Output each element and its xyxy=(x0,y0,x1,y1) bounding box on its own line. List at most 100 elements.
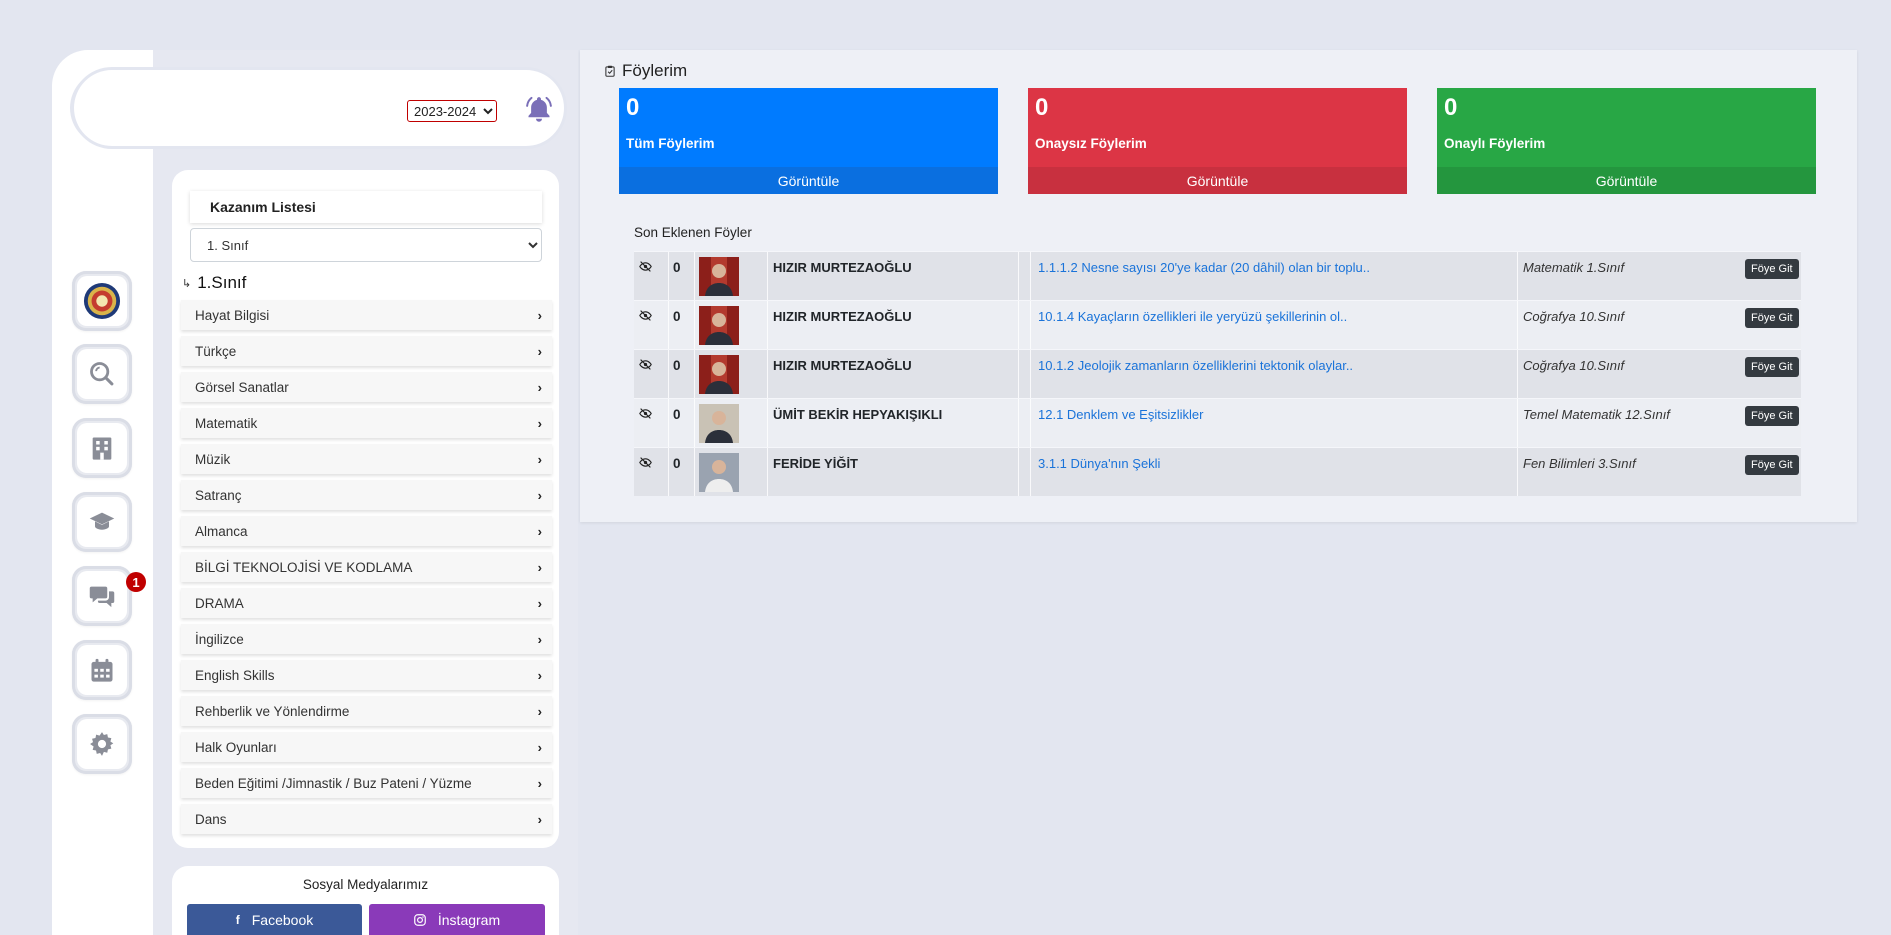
search-icon xyxy=(90,362,114,386)
comments-icon xyxy=(89,586,115,608)
chevron-right-icon: › xyxy=(537,415,542,431)
author-name: FERİDE YİĞİT xyxy=(773,456,858,471)
chevron-right-icon: › xyxy=(537,307,542,323)
subject-label: Müzik xyxy=(195,451,231,467)
chevron-right-icon: › xyxy=(537,487,542,503)
subject-item[interactable]: Matematik › xyxy=(181,408,552,438)
author-avatar xyxy=(699,355,739,394)
foylerim-title: Föylerim xyxy=(604,61,687,81)
stat-view-link[interactable]: Görüntüle xyxy=(1437,167,1816,194)
view-count: 0 xyxy=(673,407,681,422)
kazanim-title: Kazanım Listesi xyxy=(190,191,542,223)
chevron-right-icon: › xyxy=(537,595,542,611)
subject-label: BİLGİ TEKNOLOJİSİ VE KODLAMA xyxy=(195,559,413,575)
view-count: 0 xyxy=(673,358,681,373)
subject-item[interactable]: Dans › xyxy=(181,804,552,834)
stat-count: 0 xyxy=(1444,94,1458,121)
subject-label: Rehberlik ve Yönlendirme xyxy=(195,703,350,719)
education-button[interactable] xyxy=(72,492,132,552)
table-row: 0 HIZIR MURTEZAOĞLU 10.1.4 Kayaçların özel… xyxy=(634,300,1801,349)
eye-slash-icon xyxy=(639,260,652,276)
eye-slash-icon xyxy=(639,456,652,472)
chevron-right-icon: › xyxy=(537,379,542,395)
subject-item[interactable]: Almanca › xyxy=(181,516,552,546)
tree-arrow-icon: ↳ xyxy=(182,277,192,290)
stat-label: Tüm Föylerim xyxy=(626,136,715,151)
stat-label: Onaylı Föylerim xyxy=(1444,136,1546,151)
author-name: HIZIR MURTEZAOĞLU xyxy=(773,309,912,324)
foy-title-link[interactable]: 3.1.1 Dünya'nın Şekli xyxy=(1038,456,1160,471)
author-avatar xyxy=(699,453,739,492)
foy-title-link[interactable]: 12.1 Denklem ve Eşitsizlikler xyxy=(1038,407,1203,422)
subject-label: Satranç xyxy=(195,487,242,503)
facebook-icon: f xyxy=(235,912,240,927)
go-to-foy-button[interactable]: Föye Git xyxy=(1745,455,1799,475)
author-name: HIZIR MURTEZAOĞLU xyxy=(773,358,912,373)
instagram-icon xyxy=(414,913,426,926)
subject-item[interactable]: Satranç › xyxy=(181,480,552,510)
institution-button[interactable] xyxy=(72,418,132,478)
subject-item[interactable]: Beden Eğitimi /Jimnastik / Buz Pateni / … xyxy=(181,768,552,798)
subject-label: Türkçe xyxy=(195,343,237,359)
messages-button[interactable] xyxy=(72,566,132,626)
school-logo-button[interactable] xyxy=(72,271,132,331)
stat-view-link[interactable]: Görüntüle xyxy=(1028,167,1407,194)
subject-item[interactable]: Rehberlik ve Yönlendirme › xyxy=(181,696,552,726)
go-to-foy-button[interactable]: Föye Git xyxy=(1745,308,1799,328)
table-row: 0 HIZIR MURTEZAOĞLU 10.1.2 Jeolojik zamanl… xyxy=(634,349,1801,398)
foy-title-link[interactable]: 10.1.4 Kayaçların özellikleri ile yeryüz… xyxy=(1038,309,1347,324)
subject-item[interactable]: Hayat Bilgisi › xyxy=(181,300,552,330)
subject-label: Beden Eğitimi /Jimnastik / Buz Pateni / … xyxy=(195,775,472,791)
subject-label: Matematik xyxy=(195,415,258,431)
subject-item[interactable]: Müzik › xyxy=(181,444,552,474)
foy-class: Coğrafya 10.Sınıf xyxy=(1523,309,1625,324)
subject-item[interactable]: DRAMA › xyxy=(181,588,552,618)
foy-title-link[interactable]: 1.1.1.2 Nesne sayısı 20'ye kadar (20 dâh… xyxy=(1038,260,1370,275)
subject-label: DRAMA xyxy=(195,595,244,611)
year-select[interactable]: 2023-2024 xyxy=(407,100,497,122)
chevron-right-icon: › xyxy=(537,631,542,647)
chevron-right-icon: › xyxy=(537,343,542,359)
messages-badge: 1 xyxy=(126,572,146,592)
stat-view-link[interactable]: Görüntüle xyxy=(619,167,998,194)
table-row: 0 HIZIR MURTEZAOĞLU 1.1.1.2 Nesne sayısı 2… xyxy=(634,251,1801,300)
stat-card-unapproved: 0 Onaysız Föylerim ✎ Görüntüle xyxy=(1028,88,1407,194)
go-to-foy-button[interactable]: Föye Git xyxy=(1745,259,1799,279)
chevron-right-icon: › xyxy=(537,739,542,755)
class-select[interactable]: 1. Sınıf xyxy=(190,228,542,262)
instagram-button[interactable]: İnstagram xyxy=(369,904,545,935)
subject-label: İngilizce xyxy=(195,631,244,647)
foy-title-link[interactable]: 10.1.2 Jeolojik zamanların özelliklerini… xyxy=(1038,358,1353,373)
chevron-right-icon: › xyxy=(537,775,542,791)
foylerim-title-label: Föylerim xyxy=(622,61,688,80)
subject-item[interactable]: Türkçe › xyxy=(181,336,552,366)
subject-item[interactable]: İngilizce › xyxy=(181,624,552,654)
table-row: 0 ÜMİT BEKİR HEPYAKIŞIKLI 12.1 Denklem ve … xyxy=(634,398,1801,447)
subject-item[interactable]: Görsel Sanatlar › xyxy=(181,372,552,402)
recent-table: 0 HIZIR MURTEZAOĞLU 1.1.1.2 Nesne sayısı 2… xyxy=(634,251,1801,496)
stat-count: 0 xyxy=(1035,94,1049,121)
calendar-button[interactable] xyxy=(72,640,132,700)
go-to-foy-button[interactable]: Föye Git xyxy=(1745,406,1799,426)
chevron-right-icon: › xyxy=(537,523,542,539)
subject-label: Almanca xyxy=(195,523,248,539)
instagram-label: İnstagram xyxy=(437,911,501,928)
foy-class: Temel Matematik 12.Sınıf xyxy=(1523,407,1670,422)
bell-icon[interactable] xyxy=(524,94,554,124)
graduation-cap-icon xyxy=(89,512,115,530)
author-avatar xyxy=(699,306,739,345)
facebook-button[interactable]: f Facebook xyxy=(187,904,362,935)
stat-label: Onaysız Föylerim xyxy=(1035,136,1147,151)
subject-label: Dans xyxy=(195,811,227,827)
search-button[interactable] xyxy=(72,344,132,404)
subject-item[interactable]: English Skills › xyxy=(181,660,552,690)
view-count: 0 xyxy=(673,309,681,324)
foy-class: Coğrafya 10.Sınıf xyxy=(1523,358,1625,373)
subject-item[interactable]: Halk Oyunları › xyxy=(181,732,552,762)
stat-count: 0 xyxy=(626,94,640,121)
go-to-foy-button[interactable]: Föye Git xyxy=(1745,357,1799,377)
subject-item[interactable]: BİLGİ TEKNOLOJİSİ VE KODLAMA › xyxy=(181,552,552,582)
settings-button[interactable] xyxy=(72,714,132,774)
chevron-right-icon: › xyxy=(537,703,542,719)
author-avatar xyxy=(699,404,739,443)
